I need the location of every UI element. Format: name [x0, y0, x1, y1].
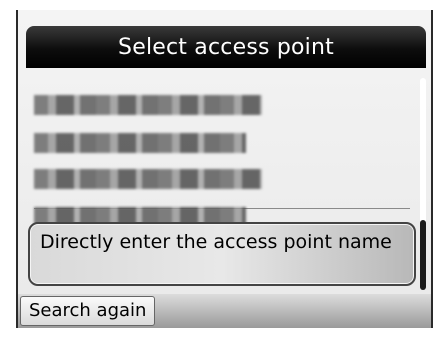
access-point-name-pixelated: [34, 133, 246, 153]
page-title: Select access point: [118, 34, 334, 60]
search-again-label: Search again: [29, 300, 147, 321]
access-point-item[interactable]: [34, 124, 404, 162]
access-point-name-pixelated: [34, 169, 262, 189]
printer-lcd-screen: Select access point Directly enter the a…: [16, 10, 433, 328]
footer-bar: Search again: [18, 294, 431, 328]
access-point-item[interactable]: [34, 86, 404, 124]
access-point-name-pixelated: [34, 95, 262, 115]
direct-entry-label: Directly enter the access point name: [40, 231, 392, 253]
access-point-item[interactable]: [34, 160, 404, 198]
scrollbar-thumb[interactable]: [420, 220, 426, 290]
search-again-button[interactable]: Search again: [20, 296, 156, 326]
direct-entry-option[interactable]: Directly enter the access point name: [28, 222, 416, 286]
title-bar: Select access point: [26, 26, 426, 68]
